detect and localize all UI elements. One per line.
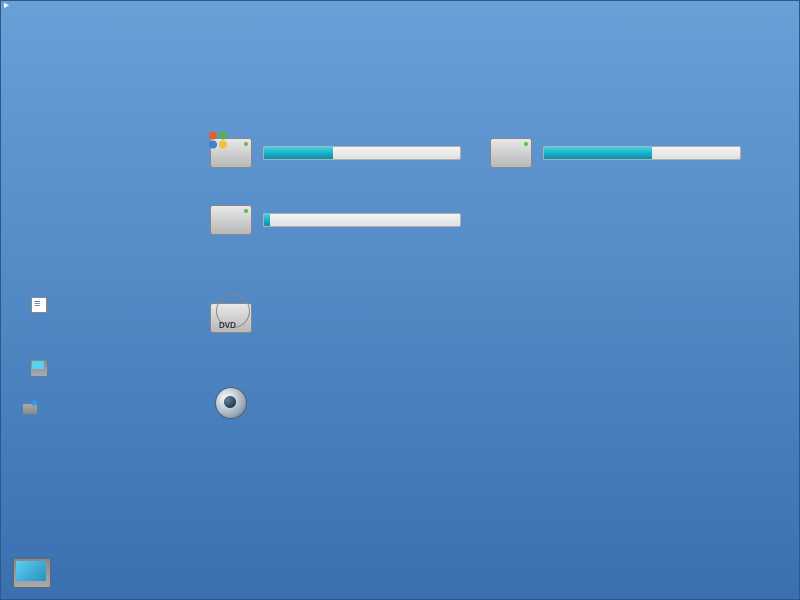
dvd-icon xyxy=(210,303,252,333)
hdd-icon xyxy=(210,138,252,168)
explorer-window: — ▢ ✕ ← → ▼ ▸ 计算机 ▸ ▾ ↻ 🔍 组织▼ 系统属性 卸载或更改… xyxy=(0,0,800,600)
music-icon xyxy=(31,320,47,336)
hdd-icon xyxy=(490,138,532,168)
document-icon xyxy=(31,297,47,313)
camera-icon xyxy=(211,385,251,425)
navigation-pane: ▷收藏夹 2345Downloads 下载 桌面 最近访问的位置 ▷库 视频 图… xyxy=(1,86,175,549)
hdd-icon xyxy=(210,205,252,235)
network-icon xyxy=(23,400,39,416)
capacity-bar xyxy=(543,146,741,160)
capacity-bar xyxy=(263,213,461,227)
computer-large-icon xyxy=(11,554,53,596)
computer-icon xyxy=(31,360,47,376)
sidebar-item-videos[interactable]: 视频 xyxy=(1,247,174,270)
body: ▷收藏夹 2345Downloads 下载 桌面 最近访问的位置 ▷库 视频 图… xyxy=(1,86,799,549)
capacity-bar xyxy=(263,146,461,160)
video-icon xyxy=(31,251,47,267)
